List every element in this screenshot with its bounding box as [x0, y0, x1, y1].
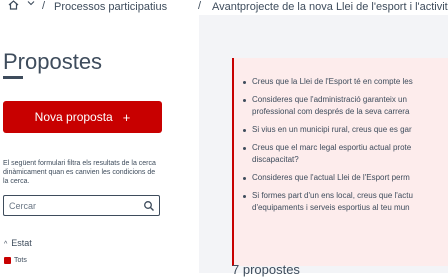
chevron-down-icon[interactable]	[27, 0, 35, 9]
question-item: Si vius en un municipi rural, creus que …	[243, 125, 412, 134]
question-item-continued: d'equipaments i serveis esportius al teu…	[252, 203, 410, 212]
questions-callout: Creus que la Llei de l'Esport té en comp…	[232, 58, 448, 266]
breadcrumb-separator: /	[42, 0, 46, 12]
caret-up-icon: ^	[4, 241, 8, 248]
new-proposal-label: Nova proposta	[34, 110, 113, 124]
search-icon[interactable]	[143, 199, 155, 211]
page-title: Propostes	[3, 49, 103, 74]
plus-icon: +	[122, 109, 131, 125]
state-filter-title: Estat	[11, 238, 32, 248]
title-underline	[3, 76, 23, 79]
breadcrumb-item-processes[interactable]: Processos participatius	[54, 1, 167, 13]
breadcrumb: / Processos participatius / Avantproject…	[0, 0, 448, 15]
question-item: Creus que el marc legal esportiu actual …	[242, 143, 412, 152]
state-filter-option-label: Tots	[14, 257, 27, 264]
question-item: Consideres que l'administració garanteix…	[243, 95, 407, 104]
filter-help-text: El següent formulari filtra els resultat…	[3, 160, 156, 185]
new-proposal-button[interactable]: Nova proposta +	[3, 101, 162, 133]
question-item: Si formes part d'un ens local, creus que…	[243, 191, 413, 200]
main-content: Creus que la Llei de l'Esport té en comp…	[199, 15, 448, 277]
home-icon[interactable]	[8, 0, 19, 13]
state-filter-option-all[interactable]: Tots	[4, 257, 27, 264]
question-item-continued: discapacitat?	[252, 155, 299, 164]
search-field[interactable]	[3, 195, 160, 216]
question-item: Creus que la Llei de l'Esport té en comp…	[243, 77, 413, 86]
checkbox-checked[interactable]	[4, 257, 11, 264]
question-item-continued: professional com després de la seva carr…	[252, 107, 410, 116]
state-filter-toggle[interactable]: ^ Estat	[4, 238, 32, 248]
breadcrumb-separator: /	[198, 0, 202, 12]
search-input[interactable]	[9, 199, 139, 212]
proposals-count: 7 propostes	[232, 262, 300, 277]
breadcrumb-item-current-process[interactable]: Avantprojecte de la nova Llei de l'espor…	[212, 1, 448, 13]
question-item: Consideres que l'actual Llei de l'Esport…	[243, 173, 410, 182]
